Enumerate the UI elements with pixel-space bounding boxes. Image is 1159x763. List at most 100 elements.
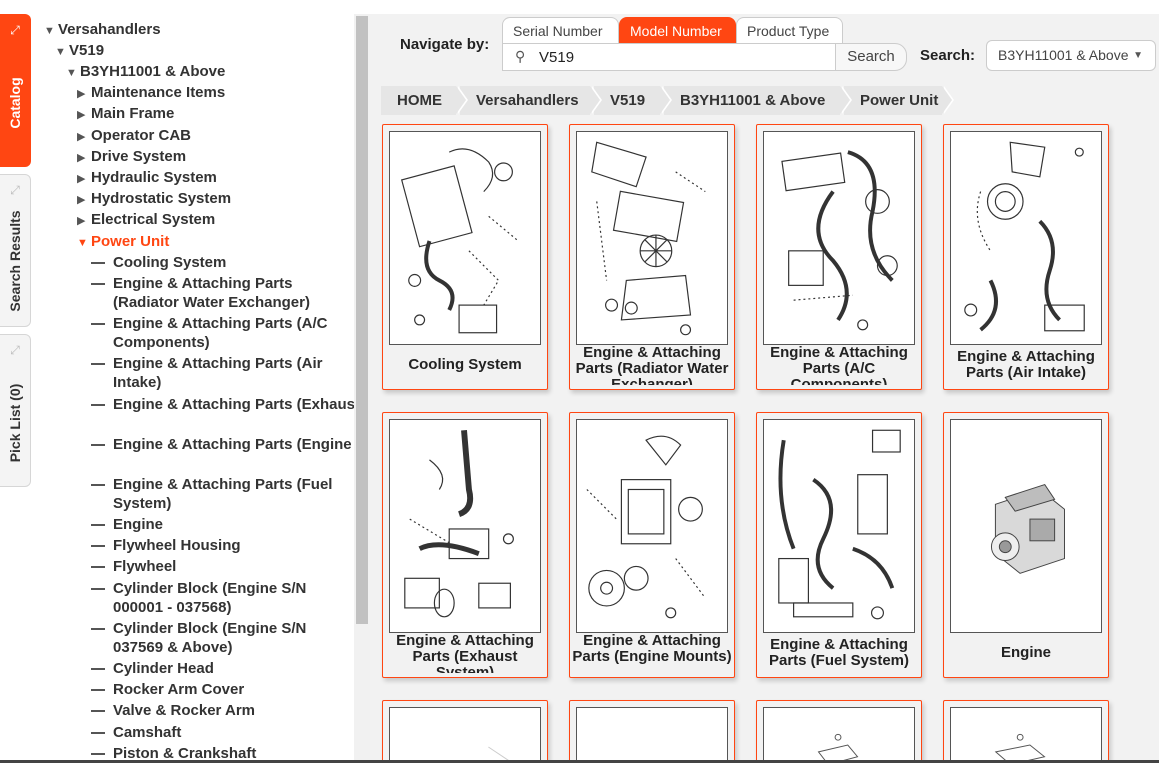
exploded-diagram-icon [994,733,1046,763]
tree-node-label: Hydrostatic System [91,190,232,207]
part-card[interactable] [756,700,922,763]
tab-pick-list-label: Pick List (0) [7,383,23,463]
navigate-by-label: Navigate by: [400,36,490,53]
part-card[interactable] [569,700,735,763]
tree-node-label: Main Frame [91,105,175,122]
tree-leaf-label: Engine & Attaching Parts (Air Intake) [113,355,323,391]
tree-node-section[interactable]: ▶ Operator CAB [77,126,191,147]
part-card[interactable]: Engine & Attaching Parts (Radiator Water… [569,124,735,390]
part-card[interactable]: Engine & Attaching Parts (Exhaust System… [382,412,548,678]
caret-right-icon: ▶ [77,131,86,143]
caret-right-icon: ▶ [77,109,86,121]
search-button[interactable]: Search [835,43,907,71]
tab-search-results[interactable]: ⤢ Search Results [0,174,31,327]
expand-icon: ⤢ [10,343,20,357]
part-card[interactable]: Engine [943,412,1109,678]
tree-node-root[interactable]: ▼ Versahandlers [44,20,161,41]
engine-illustration-icon [990,483,1065,574]
tree-node-section[interactable]: ▶ Hydrostatic System [77,189,231,210]
tree-leaf-label: Flywheel Housing [113,537,241,554]
tree-node-section[interactable]: ▶ Electrical System [77,210,215,231]
tree-leaf[interactable]: Engine & Attaching Parts (Air Intake) [91,354,354,392]
serial-range-select[interactable]: B3YH11001 & Above ▼ [986,40,1156,71]
diagram-thumbnail [389,707,541,763]
dash-icon [91,283,105,285]
tree-leaf[interactable]: Cylinder Head [91,659,354,678]
part-card[interactable] [382,700,548,763]
tree-node-section[interactable]: ▶ Main Frame [77,104,174,125]
breadcrumb-item[interactable]: Versahandlers [460,86,602,115]
dash-icon [91,668,105,670]
tree-node-section[interactable]: ▶ Maintenance Items [77,83,225,104]
tree-leaf[interactable]: Rocker Arm Cover [91,680,354,699]
dash-icon [91,444,105,446]
tree-leaf[interactable]: Flywheel [91,557,354,576]
part-card[interactable]: Engine & Attaching Parts (Engine Mounts) [569,412,735,678]
tree-leaf-label: Cooling System [113,254,227,271]
caret-down-icon: ▼ [55,46,66,58]
tree-leaf-label: Rocker Arm Cover [113,681,245,698]
tree-leaf-label: Cylinder Block (Engine S/N 000001 - 0375… [113,580,307,616]
tree-scrollbar[interactable] [354,14,370,763]
tree-leaf[interactable]: Engine & Attaching Parts (Radiator Water… [91,274,354,312]
tree-leaf-label: Engine & Attaching Parts (Exhaust System… [113,396,354,413]
exploded-diagram-icon [591,141,706,336]
tree-node-serial-range[interactable]: ▼ B3YH11001 & Above [66,62,225,83]
diagram-thumbnail [950,131,1102,345]
part-card[interactable] [943,700,1109,763]
serial-range-select-value: B3YH11001 & Above [998,47,1129,63]
main-panel: Navigate by: Serial Number Model Number … [370,14,1159,763]
breadcrumb-item[interactable]: HOME [381,86,468,115]
breadcrumb-item[interactable]: Power Unit [844,86,954,115]
search-label: Search: [920,47,976,64]
caret-right-icon: ▶ [77,88,86,100]
tab-model-number[interactable]: Model Number [619,17,736,44]
model-search-input[interactable]: ⚲ V519 [502,43,836,71]
caret-down-icon: ▼ [66,67,77,79]
tab-serial-number[interactable]: Serial Number [502,17,619,44]
expand-icon: ⤢ [10,183,20,197]
tree-leaf[interactable]: Cooling System [91,253,354,272]
diagram-thumbnail [763,707,915,763]
tree-leaf[interactable]: Camshaft [91,723,354,742]
tree-node-label: Drive System [91,148,187,165]
exploded-diagram-icon [817,733,859,763]
caret-right-icon: ▶ [77,152,86,164]
tree-scrollbar-thumb[interactable] [356,16,368,624]
part-card[interactable]: Engine & Attaching Parts (A/C Components… [756,124,922,390]
tree-node-label: V519 [69,42,105,59]
tree-leaf[interactable]: Engine & Attaching Parts (A/C Components… [91,314,354,352]
tab-pick-list[interactable]: ⤢ Pick List (0) [0,334,31,487]
tree-node-label: Hydraulic System [91,169,217,186]
dash-icon [91,524,105,526]
tree-node-section[interactable]: ▶ Hydraulic System [77,168,217,189]
diagram-thumbnail [950,707,1102,763]
tree-leaf[interactable]: Valve & Rocker Arm [91,701,354,720]
tree-leaf[interactable]: Cylinder Block (Engine S/N 000001 - 0375… [91,579,354,617]
part-card[interactable]: Engine & Attaching Parts (Fuel System) [756,412,922,678]
tree-node-section[interactable]: ▶ Drive System [77,147,186,168]
tree-leaf[interactable]: Engine & Attaching Parts (Engine Mounts) [91,435,354,454]
breadcrumb-item[interactable]: B3YH11001 & Above [664,86,852,115]
part-card[interactable]: Cooling System [382,124,548,390]
tree-leaf[interactable]: Flywheel Housing [91,536,354,555]
tab-product-type[interactable]: Product Type [736,17,843,44]
dash-icon [91,753,105,755]
tab-catalog[interactable]: ⤢ Catalog [0,14,31,167]
tree-leaf[interactable]: Engine [91,515,354,534]
tree-node-current[interactable]: ▼ Power Unit [77,232,169,253]
breadcrumb-item[interactable]: V519 [594,86,672,115]
tree-leaf-label: Flywheel [113,558,177,575]
exploded-diagram-icon [964,141,1085,332]
caret-right-icon: ▶ [77,194,86,206]
tree-leaf[interactable]: Engine & Attaching Parts (Fuel System) [91,475,354,513]
part-card-title: Engine & Attaching Parts (A/C Components… [770,345,908,385]
dash-icon [91,588,105,590]
diagram-thumbnail [576,419,728,633]
tree-leaf[interactable]: Cylinder Block (Engine S/N 037569 & Abov… [91,619,354,657]
part-card[interactable]: Engine & Attaching Parts (Air Intake) [943,124,1109,390]
tree-node-label: Versahandlers [58,21,161,38]
tree-leaf[interactable]: Engine & Attaching Parts (Exhaust System… [91,395,354,414]
dash-icon [91,262,105,264]
tree-node-model[interactable]: ▼ V519 [55,41,104,62]
